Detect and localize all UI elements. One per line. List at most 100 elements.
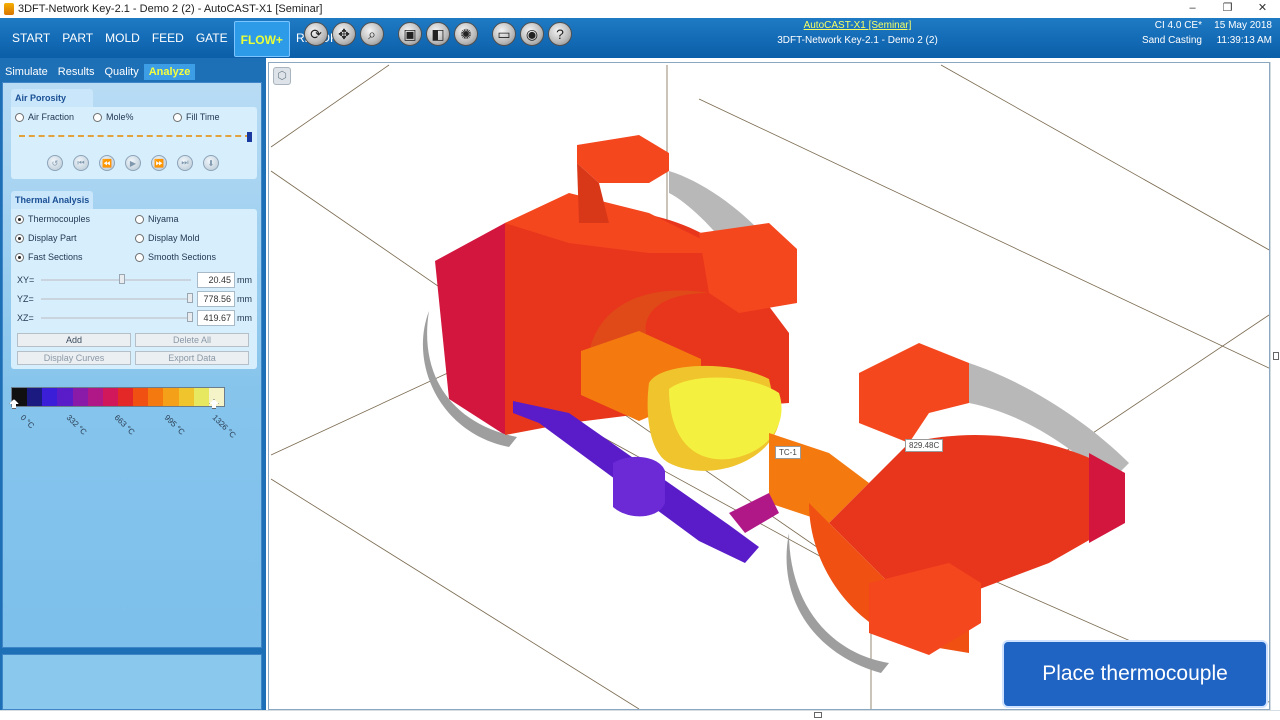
xz-slider[interactable]: [41, 317, 191, 319]
3d-viewport[interactable]: ⬡ TC-1 829.48C: [268, 62, 1270, 710]
material-label: CI 4.0 CE*: [1154, 20, 1202, 31]
play-icon[interactable]: ▶: [125, 155, 141, 171]
xy-slider-handle[interactable]: [119, 274, 125, 284]
bottom-splitter-handle[interactable]: [814, 712, 822, 718]
splitter-handle[interactable]: [1273, 352, 1279, 360]
menu-feed[interactable]: FEED: [146, 18, 190, 58]
fast-sections-label: Fast Sections: [28, 252, 83, 262]
mole-label: Mole%: [106, 112, 134, 122]
smooth-sections-option[interactable]: Smooth Sections: [135, 252, 216, 262]
xy-slider[interactable]: [41, 279, 191, 281]
air-fraction-radio[interactable]: [15, 112, 24, 122]
menu-start[interactable]: START: [6, 18, 56, 58]
last-frame-icon[interactable]: ⏭: [177, 155, 193, 171]
color-swatch-11: [178, 388, 194, 406]
display-curves-button[interactable]: Display Curves: [17, 351, 131, 365]
tab-quality[interactable]: Quality: [99, 64, 143, 80]
yz-slider-handle[interactable]: [187, 293, 193, 303]
close-button[interactable]: ✕: [1245, 0, 1280, 18]
yz-unit: mm: [237, 294, 252, 304]
camera-icon[interactable]: ◉: [520, 22, 544, 46]
air-fraction-label: Air Fraction: [28, 112, 75, 122]
license-link[interactable]: AutoCAST-X1 [Seminar]: [730, 20, 985, 31]
xy-value[interactable]: 20.45: [197, 272, 235, 288]
menu-gate[interactable]: GATE: [190, 18, 234, 58]
color-swatch-6: [102, 388, 118, 406]
casting-render: [270, 64, 1269, 709]
zoom-icon[interactable]: ⌕: [360, 22, 384, 46]
fill-time-option[interactable]: Fill Time: [173, 112, 220, 122]
display-mold-option[interactable]: Display Mold: [135, 233, 200, 243]
thermocouples-radio[interactable]: [15, 214, 24, 224]
yz-value[interactable]: 778.56: [197, 291, 235, 307]
thermocouple-reading: 829.48C: [905, 439, 944, 452]
color-swatch-9: [148, 388, 164, 406]
window-controls: – ❐ ✕: [1175, 0, 1280, 18]
maximize-button[interactable]: ❐: [1210, 0, 1245, 18]
fast-sections-option[interactable]: Fast Sections: [15, 252, 83, 262]
mole-radio[interactable]: [93, 112, 102, 122]
niyama-label: Niyama: [148, 214, 179, 224]
smooth-sections-radio[interactable]: [135, 252, 144, 262]
display-mold-radio[interactable]: [135, 233, 144, 243]
xz-label: XZ=: [17, 313, 34, 323]
render-mode-icon[interactable]: ◧: [426, 22, 450, 46]
thermal-analysis-title: Thermal Analysis: [11, 191, 93, 209]
rotate-icon[interactable]: ⟳: [304, 22, 328, 46]
menu-flow[interactable]: FLOW+: [233, 21, 290, 57]
reset-icon[interactable]: ↺: [47, 155, 63, 171]
niyama-option[interactable]: Niyama: [135, 214, 179, 224]
project-name: 3DFT-Network Key-2.1 - Demo 2 (2): [777, 35, 938, 46]
air-fraction-option[interactable]: Air Fraction: [15, 112, 74, 122]
color-swatch-5: [87, 388, 103, 406]
scale-label-1: 332 °C: [64, 413, 89, 437]
playback-slider[interactable]: [19, 135, 251, 137]
display-part-radio[interactable]: [15, 233, 24, 243]
mole-option[interactable]: Mole%: [93, 112, 134, 122]
rewind-icon[interactable]: ⏪: [99, 155, 115, 171]
download-icon[interactable]: ⬇: [203, 155, 219, 171]
tab-analyze[interactable]: Analyze: [143, 64, 196, 80]
menu-mold[interactable]: MOLD: [99, 18, 146, 58]
xz-slider-handle[interactable]: [187, 312, 193, 322]
color-swatch-7: [117, 388, 134, 406]
menu-part[interactable]: PART: [56, 18, 99, 58]
xz-value[interactable]: 419.67: [197, 310, 235, 326]
scale-label-3: 995 °C: [162, 413, 187, 437]
fill-time-radio[interactable]: [173, 112, 182, 122]
pan-icon[interactable]: ✥: [332, 22, 356, 46]
temperature-color-scale: [11, 387, 225, 407]
display-part-option[interactable]: Display Part: [15, 233, 77, 243]
project-info: AutoCAST-X1 [Seminar] 3DFT-Network Key-2…: [730, 20, 985, 46]
minimize-button[interactable]: –: [1175, 0, 1210, 18]
thermocouples-option[interactable]: Thermocouples: [15, 214, 90, 224]
cube-icon[interactable]: ⬡: [273, 67, 291, 85]
export-data-button[interactable]: Export Data: [135, 351, 249, 365]
thermocouple-marker[interactable]: TC-1: [775, 446, 801, 459]
playback-slider-thumb[interactable]: [247, 132, 252, 142]
left-panel: Simulate Results Quality Analyze Air Por…: [0, 58, 266, 720]
fast-forward-icon[interactable]: ⏩: [151, 155, 167, 171]
title-bar: 3DFT-Network Key-2.1 - Demo 2 (2) - Auto…: [0, 0, 1280, 18]
message-panel: [2, 654, 262, 710]
scale-label-4: 1326 °C: [210, 413, 238, 440]
lighting-icon[interactable]: ✺: [454, 22, 478, 46]
view-fit-icon[interactable]: ▣: [398, 22, 422, 46]
section-icon[interactable]: ▭: [492, 22, 516, 46]
delete-all-button[interactable]: Delete All: [135, 333, 249, 347]
process-label: Sand Casting: [1141, 35, 1202, 46]
view-tools: ⟳ ✥ ⌕ ▣ ◧ ✺ ▭ ◉ ?: [304, 22, 572, 46]
first-frame-icon[interactable]: ⏮: [73, 155, 89, 171]
color-swatch-3: [57, 388, 73, 406]
tab-results[interactable]: Results: [53, 64, 100, 80]
help-icon[interactable]: ?: [548, 22, 572, 46]
add-button[interactable]: Add: [17, 333, 131, 347]
yz-slider[interactable]: [41, 298, 191, 300]
main-menu: START PART MOLD FEED GATE FLOW+ REPORT: [6, 18, 352, 58]
time-label: 11:39:13 AM: [1216, 35, 1272, 46]
niyama-radio[interactable]: [135, 214, 144, 224]
tab-simulate[interactable]: Simulate: [0, 64, 53, 80]
right-splitter[interactable]: [1270, 62, 1280, 710]
fast-sections-radio[interactable]: [15, 252, 24, 262]
bottom-splitter[interactable]: [0, 710, 1280, 720]
